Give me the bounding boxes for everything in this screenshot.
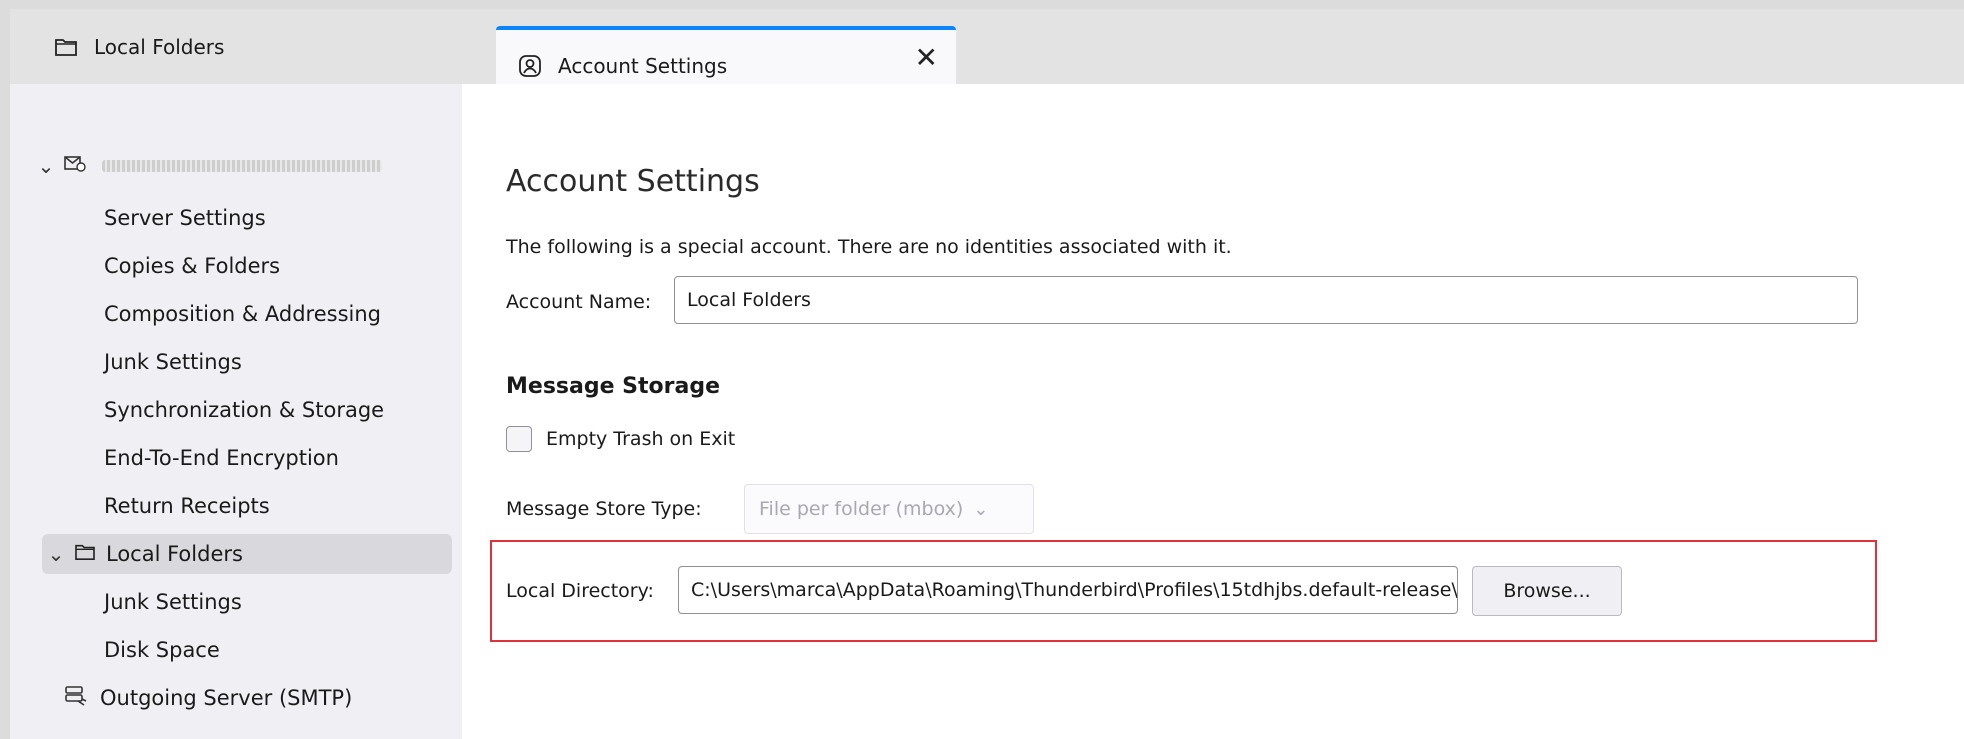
message-storage-heading: Message Storage <box>506 374 721 399</box>
account-name-redacted <box>102 160 382 172</box>
settings-pane: Account Settings The following is a spec… <box>462 84 1964 739</box>
folder-icon <box>52 33 80 61</box>
account-name-field[interactable]: Local Folders <box>674 276 1858 324</box>
tab-label: Account Settings <box>558 53 728 78</box>
empty-trash-checkbox[interactable] <box>506 426 532 452</box>
window-top-strip <box>0 0 1964 9</box>
account-settings-icon <box>516 52 544 80</box>
tab-local-folders[interactable]: Local Folders <box>52 9 502 84</box>
account-row-local-folders[interactable]: ⌄ Local Folders <box>42 534 452 574</box>
account-name-label: Account Name: <box>506 291 652 313</box>
tab-label: Local Folders <box>94 34 225 59</box>
local-directory-field[interactable]: C:\Users\marca\AppData\Roaming\Thunderbi… <box>678 566 1458 614</box>
folder-icon <box>74 542 96 566</box>
sidebar-item-label: Outgoing Server (SMTP) <box>100 686 353 710</box>
chevron-down-icon[interactable]: ⌄ <box>42 542 70 566</box>
page-title: Account Settings <box>506 164 760 199</box>
account-row-mail[interactable]: ⌄ <box>32 146 382 186</box>
sidebar-item-label: Local Folders <box>106 542 243 566</box>
sidebar-item-disk-space[interactable]: Disk Space <box>104 630 220 670</box>
tab-bar: Local Folders Account Settings ✕ <box>10 9 1964 101</box>
empty-trash-label[interactable]: Empty Trash on Exit <box>546 428 735 450</box>
chevron-down-icon: ⌄ <box>973 498 989 520</box>
account-tree-sidebar: ⌄ Server Settings Copies & Folders Compo… <box>10 84 462 739</box>
browse-button[interactable]: Browse... <box>1472 566 1622 616</box>
sidebar-item-e2e-encryption[interactable]: End-To-End Encryption <box>104 438 339 478</box>
window-left-edge <box>0 0 10 739</box>
special-account-note: The following is a special account. Ther… <box>506 236 1232 258</box>
outgoing-server-icon <box>64 685 88 712</box>
chevron-down-icon[interactable]: ⌄ <box>32 154 60 178</box>
close-icon[interactable]: ✕ <box>915 44 938 72</box>
sidebar-item-copies-folders[interactable]: Copies & Folders <box>104 246 280 286</box>
store-type-select[interactable]: File per folder (mbox) ⌄ <box>744 484 1034 534</box>
sidebar-item-outgoing-server[interactable]: Outgoing Server (SMTP) <box>64 678 352 718</box>
store-type-label: Message Store Type: <box>506 498 702 520</box>
store-type-value: File per folder (mbox) <box>759 498 964 520</box>
sidebar-item-sync-storage[interactable]: Synchronization & Storage <box>104 390 384 430</box>
sidebar-item-junk-settings[interactable]: Junk Settings <box>104 342 242 382</box>
sidebar-item-composition[interactable]: Composition & Addressing <box>104 294 381 334</box>
sidebar-item-server-settings[interactable]: Server Settings <box>104 198 266 238</box>
sidebar-item-junk-settings-local[interactable]: Junk Settings <box>104 582 242 622</box>
mail-account-icon <box>64 154 86 178</box>
local-directory-label: Local Directory: <box>506 580 654 602</box>
sidebar-item-return-receipts[interactable]: Return Receipts <box>104 486 270 526</box>
